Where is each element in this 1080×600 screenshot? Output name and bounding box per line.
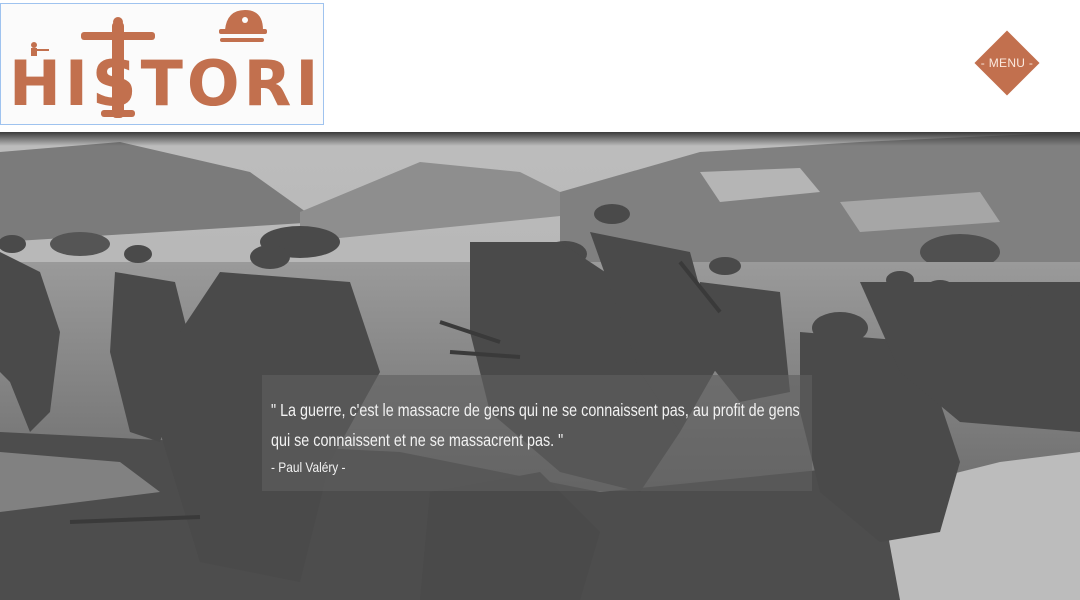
- logo-graphic: HISTORIKA: [9, 10, 324, 120]
- quote-box: " La guerre, c'est le massacre de gens q…: [262, 375, 812, 491]
- hero-photo: [0, 132, 1080, 600]
- header-shadow: [0, 132, 1080, 146]
- helmet-icon: [219, 10, 267, 42]
- menu-label: - MENU -: [980, 56, 1034, 70]
- site-logo[interactable]: HISTORIKA: [0, 3, 324, 125]
- hero-banner: " La guerre, c'est le massacre de gens q…: [0, 132, 1080, 600]
- quote-author: - Paul Valéry -: [271, 459, 346, 475]
- logo-wordmark: HISTORIKA: [9, 47, 324, 120]
- site-header: HISTORIKA - MENU -: [0, 0, 1080, 132]
- menu-button[interactable]: - MENU -: [974, 30, 1040, 96]
- quote-text: " La guerre, c'est le massacre de gens q…: [271, 400, 800, 450]
